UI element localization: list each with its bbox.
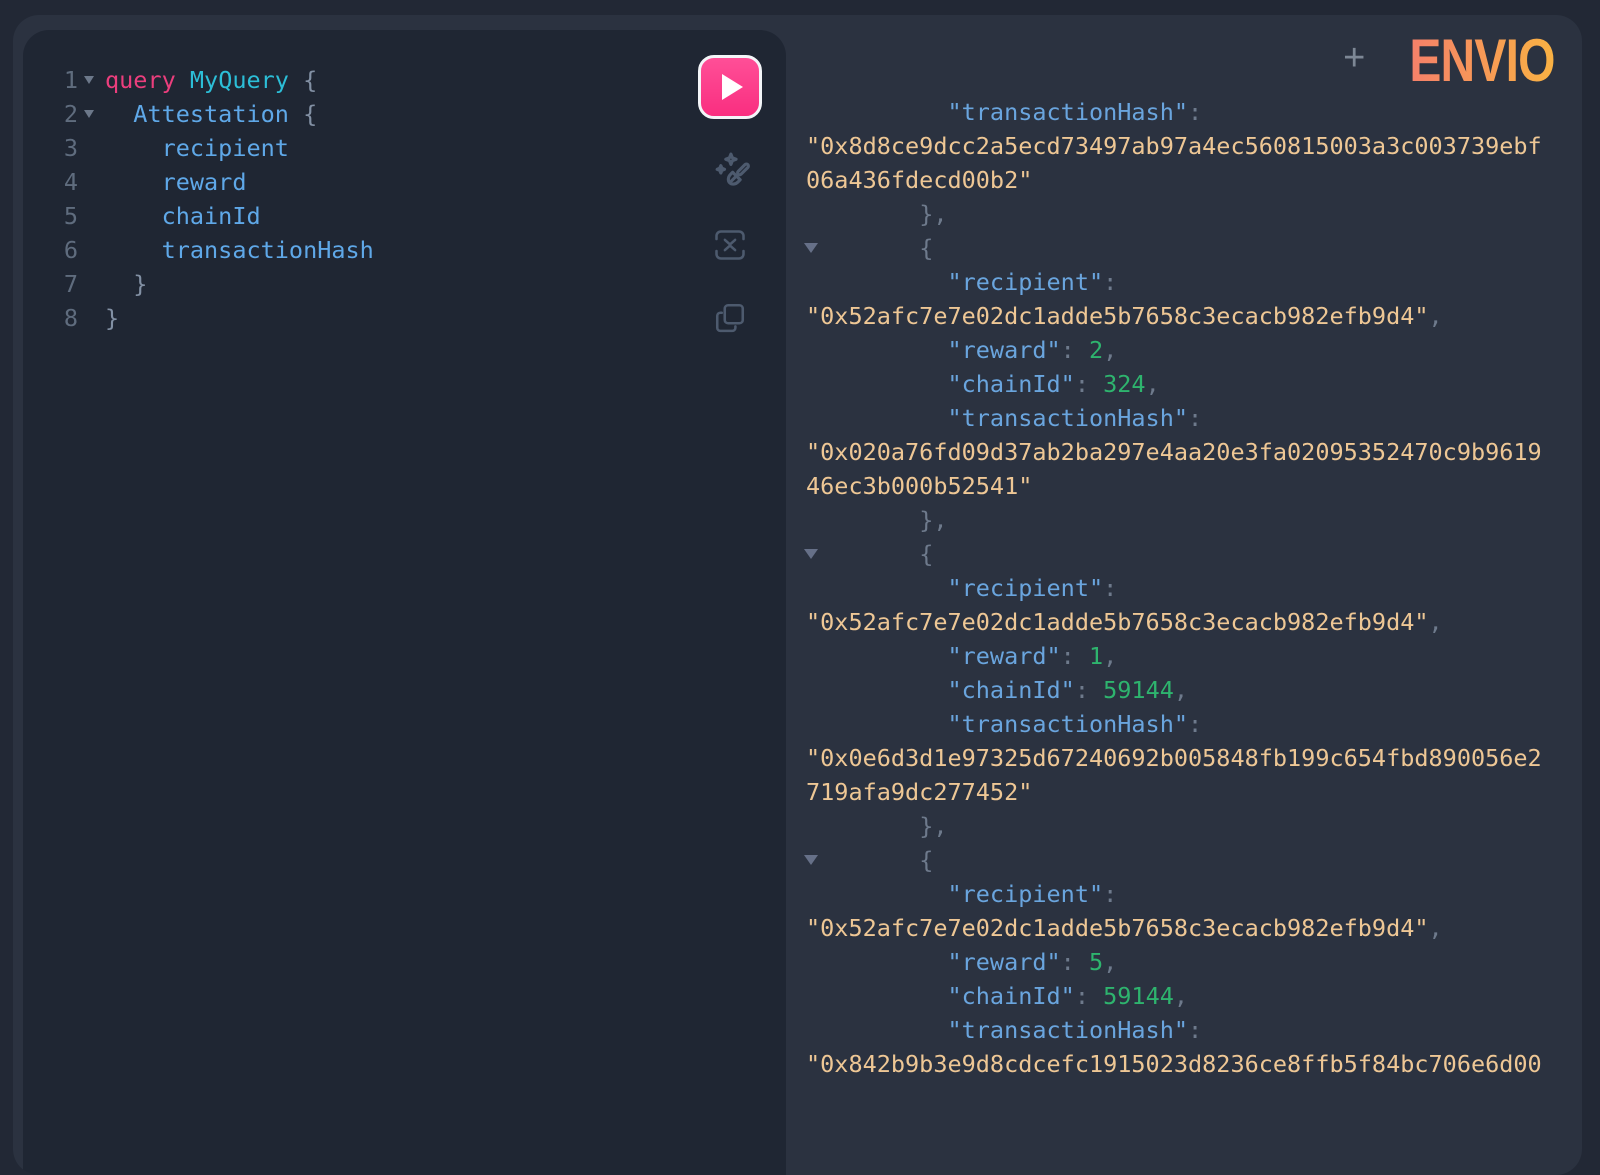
envio-logo: ENVIO bbox=[1410, 31, 1555, 91]
result-line: { bbox=[806, 231, 1552, 265]
query-editor-panel: 1query MyQuery {2 Attestation {3 recipie… bbox=[23, 30, 786, 1175]
line-number: 3 bbox=[23, 131, 78, 165]
editor-line: 6 transactionHash bbox=[23, 233, 696, 267]
result-line: }, bbox=[806, 197, 1552, 231]
result-line: "chainId": 59144, bbox=[806, 673, 1552, 707]
result-line: "transactionHash": bbox=[806, 401, 1552, 435]
result-line: "0x52afc7e7e02dc1adde5b7658c3ecacb982efb… bbox=[806, 299, 1552, 333]
result-line: "transactionHash": bbox=[806, 95, 1552, 129]
editor-line: 7 } bbox=[23, 267, 696, 301]
result-line: { bbox=[806, 537, 1552, 571]
line-number: 5 bbox=[23, 199, 78, 233]
results-panel: 1query MyQuery {2 Attestation {3 recipie… bbox=[13, 15, 1582, 1175]
result-line: "reward": 2, bbox=[806, 333, 1552, 367]
result-line: 46ec3b000b52541" bbox=[806, 469, 1552, 503]
result-line: "chainId": 324, bbox=[806, 367, 1552, 401]
result-line: "0x0e6d3d1e97325d67240692b005848fb199c65… bbox=[806, 741, 1552, 775]
editor-line: 4 reward bbox=[23, 165, 696, 199]
results-header: + ENVIO bbox=[1343, 38, 1555, 84]
result-line: "0x020a76fd09d37ab2ba297e4aa20e3fa020953… bbox=[806, 435, 1552, 469]
result-line: "transactionHash": bbox=[806, 707, 1552, 741]
prettify-query-button[interactable] bbox=[707, 150, 753, 196]
result-line: }, bbox=[806, 809, 1552, 843]
result-line: 06a436fdecd00b2" bbox=[806, 163, 1552, 197]
editor-toolbar bbox=[695, 55, 765, 341]
result-line: { bbox=[806, 843, 1552, 877]
result-line: "recipient": bbox=[806, 877, 1552, 911]
line-number: 2 bbox=[23, 97, 78, 131]
editor-line: 3 recipient bbox=[23, 131, 696, 165]
result-line: "0x842b9b3e9d8cdcefc1915023d8236ce8ffb5f… bbox=[806, 1047, 1552, 1081]
play-icon bbox=[722, 74, 743, 100]
result-line: }, bbox=[806, 503, 1552, 537]
fold-triangle-icon[interactable] bbox=[84, 76, 94, 84]
result-line: "chainId": 59144, bbox=[806, 979, 1552, 1013]
collapse-triangle-icon[interactable] bbox=[804, 855, 818, 865]
editor-line: 5 chainId bbox=[23, 199, 696, 233]
editor-line: 2 Attestation { bbox=[23, 97, 696, 131]
collapse-triangle-icon[interactable] bbox=[804, 243, 818, 253]
editor-line: 8} bbox=[23, 301, 696, 335]
merge-fragments-button[interactable] bbox=[707, 222, 753, 268]
line-number: 1 bbox=[23, 63, 78, 97]
result-line: "0x52afc7e7e02dc1adde5b7658c3ecacb982efb… bbox=[806, 911, 1552, 945]
line-number: 7 bbox=[23, 267, 78, 301]
line-number: 4 bbox=[23, 165, 78, 199]
line-number: 8 bbox=[23, 301, 78, 335]
execute-query-button[interactable] bbox=[698, 55, 762, 119]
copy-query-button[interactable] bbox=[707, 295, 753, 341]
result-line: "0x52afc7e7e02dc1adde5b7658c3ecacb982efb… bbox=[806, 605, 1552, 639]
result-line: "recipient": bbox=[806, 571, 1552, 605]
copy-icon bbox=[712, 300, 748, 336]
add-tab-button[interactable]: + bbox=[1343, 39, 1367, 83]
merge-fragments-icon bbox=[712, 227, 748, 263]
result-line: "recipient": bbox=[806, 265, 1552, 299]
results-viewer[interactable]: "transactionHash":"0x8d8ce9dcc2a5ecd7349… bbox=[806, 95, 1552, 1081]
line-number: 6 bbox=[23, 233, 78, 267]
result-line: "transactionHash": bbox=[806, 1013, 1552, 1047]
result-line: "reward": 1, bbox=[806, 639, 1552, 673]
query-editor[interactable]: 1query MyQuery {2 Attestation {3 recipie… bbox=[23, 63, 696, 335]
editor-line: 1query MyQuery { bbox=[23, 63, 696, 97]
fold-triangle-icon[interactable] bbox=[84, 110, 94, 118]
collapse-triangle-icon[interactable] bbox=[804, 549, 818, 559]
prettify-sparkle-broom-icon bbox=[708, 151, 752, 195]
result-line: 719afa9dc277452" bbox=[806, 775, 1552, 809]
result-line: "reward": 5, bbox=[806, 945, 1552, 979]
result-line: "0x8d8ce9dcc2a5ecd73497ab97a4ec560815003… bbox=[806, 129, 1552, 163]
